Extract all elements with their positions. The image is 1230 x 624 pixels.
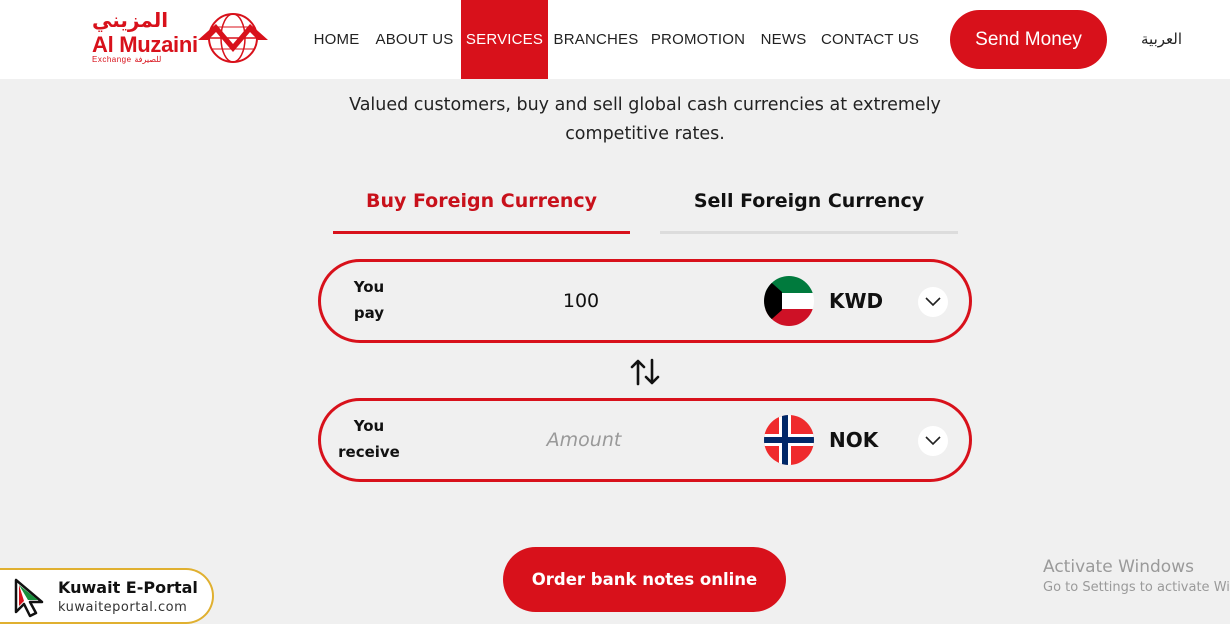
- pay-label: You pay: [321, 274, 417, 326]
- pay-amount-input[interactable]: [511, 262, 651, 340]
- swap-arrows-icon[interactable]: [629, 356, 661, 388]
- receive-label: You receive: [321, 413, 417, 465]
- logo-subtitle-ar: للصيرفة: [134, 55, 162, 64]
- logo-subtitle-en: Exchange: [92, 55, 132, 64]
- pay-currency-row: You pay KWD: [318, 259, 972, 343]
- language-switch-link[interactable]: العربية: [1141, 0, 1182, 79]
- windows-activation-title: Activate Windows: [1043, 557, 1194, 577]
- norway-flag-icon: [764, 415, 814, 465]
- chevron-down-icon: [925, 297, 941, 307]
- chevron-down-icon: [925, 436, 941, 446]
- nav-contact-us[interactable]: CONTACT US: [819, 0, 921, 79]
- receive-amount-input[interactable]: [514, 401, 654, 479]
- logo-subtitle: Exchange للصيرفة: [92, 55, 161, 64]
- nav-about-us[interactable]: ABOUT US: [372, 0, 457, 79]
- pay-currency-code: KWD: [829, 289, 884, 313]
- kuwait-flag-icon: [764, 276, 814, 326]
- nav-branches[interactable]: BRANCHES: [552, 0, 640, 79]
- nav-home[interactable]: HOME: [305, 0, 368, 79]
- site-header: المزيني Al Muzaini Exchange للصيرفة HOME…: [0, 0, 1230, 79]
- logo-arabic-text: المزيني: [92, 8, 169, 32]
- receive-label-line2: receive: [338, 443, 400, 461]
- nav-services[interactable]: SERVICES: [461, 0, 548, 79]
- cursor-logo-icon: [14, 578, 44, 618]
- nav-promotion[interactable]: PROMOTION: [648, 0, 748, 79]
- receive-currency-row: You receive NOK: [318, 398, 972, 482]
- intro-text: Valued customers, buy and sell global ca…: [349, 95, 941, 144]
- tab-buy-foreign-currency[interactable]: Buy Foreign Currency: [333, 190, 630, 234]
- kuwait-eportal-watermark: Kuwait E-Portal kuwaiteportal.com: [0, 568, 214, 624]
- pay-currency-dropdown[interactable]: [918, 287, 948, 317]
- order-bank-notes-button[interactable]: Order bank notes online: [503, 547, 786, 612]
- windows-activation-watermark: Activate Windows Go to Settings to activ…: [1043, 556, 1230, 598]
- send-money-button[interactable]: Send Money: [950, 10, 1107, 69]
- portal-url: kuwaiteportal.com: [58, 600, 188, 615]
- receive-currency-code: NOK: [829, 428, 879, 452]
- tab-sell-foreign-currency[interactable]: Sell Foreign Currency: [660, 190, 958, 234]
- portal-name: Kuwait E-Portal: [58, 578, 198, 597]
- pay-label-line1: You: [353, 278, 385, 296]
- receive-currency-dropdown[interactable]: [918, 426, 948, 456]
- brand-logo[interactable]: المزيني Al Muzaini Exchange للصيرفة: [88, 8, 273, 68]
- globe-logo-icon: [198, 13, 268, 63]
- receive-label-line1: You: [353, 417, 385, 435]
- pay-label-line2: pay: [353, 304, 385, 322]
- windows-activation-subtitle: Go to Settings to activate Windows.: [1043, 580, 1230, 595]
- nav-news[interactable]: NEWS: [756, 0, 811, 79]
